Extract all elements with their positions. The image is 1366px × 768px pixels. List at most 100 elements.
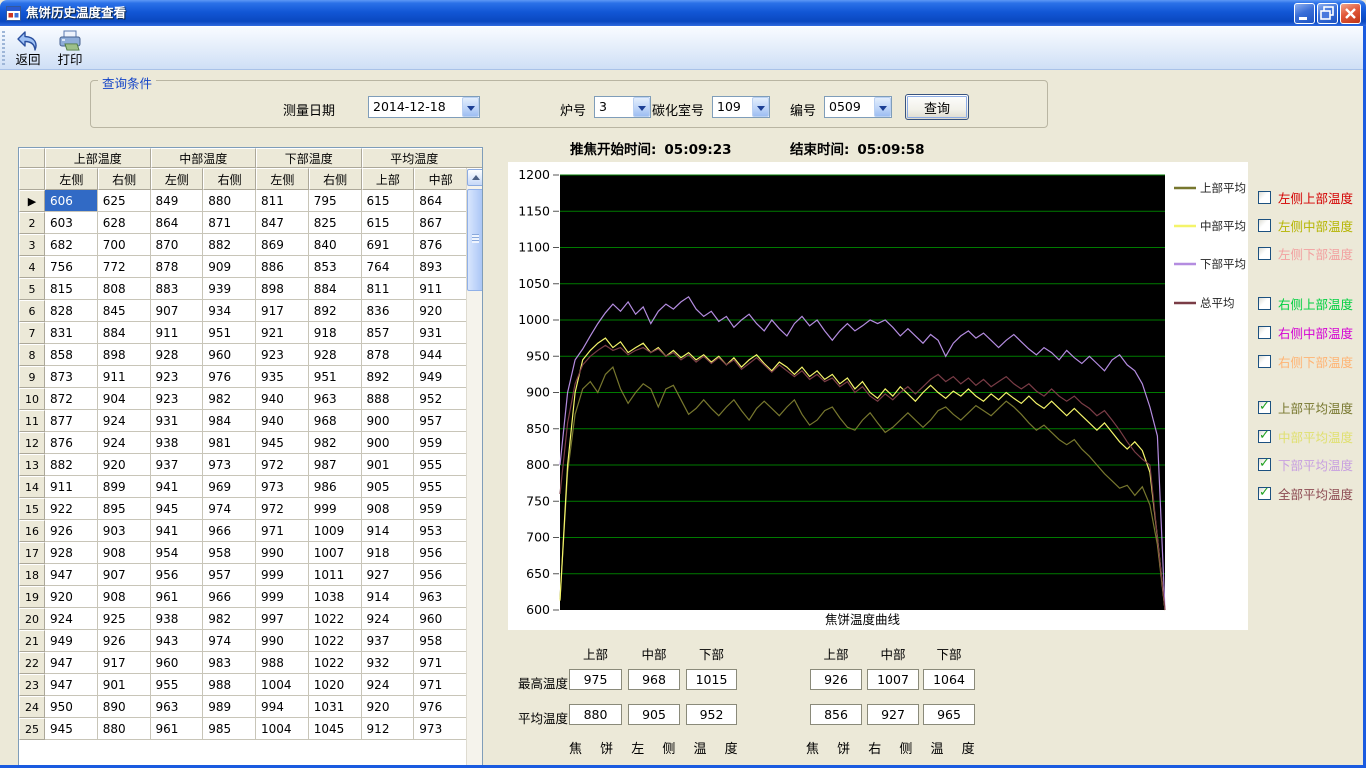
scroll-thumb[interactable]: [467, 189, 483, 291]
cell[interactable]: 905: [362, 476, 415, 498]
cell[interactable]: 700: [98, 234, 151, 256]
row-header[interactable]: 10: [19, 388, 45, 410]
cell[interactable]: 1022: [309, 630, 362, 652]
cell[interactable]: 945: [256, 432, 309, 454]
cell[interactable]: 947: [45, 652, 98, 674]
cell[interactable]: 920: [362, 696, 415, 718]
cell[interactable]: 956: [414, 564, 467, 586]
right-avg-middle-box[interactable]: 927: [867, 704, 919, 725]
cell[interactable]: 898: [98, 344, 151, 366]
cell[interactable]: 973: [203, 454, 256, 476]
group-header[interactable]: 平均温度: [362, 148, 468, 168]
cell[interactable]: 811: [256, 190, 309, 212]
cell[interactable]: 990: [256, 542, 309, 564]
series-checkbox-6[interactable]: ✓上部平均温度: [1258, 399, 1353, 415]
cell[interactable]: 966: [203, 520, 256, 542]
cell[interactable]: 815: [45, 278, 98, 300]
series-checkbox-5[interactable]: 右侧下部温度: [1258, 353, 1353, 369]
cell[interactable]: 987: [309, 454, 362, 476]
cell[interactable]: 928: [151, 344, 204, 366]
cell[interactable]: 999: [256, 586, 309, 608]
column-header[interactable]: 左侧: [45, 168, 98, 190]
column-header[interactable]: 右侧: [98, 168, 151, 190]
checkbox-icon[interactable]: [1258, 191, 1271, 204]
cell[interactable]: 603: [45, 212, 98, 234]
cell[interactable]: 931: [414, 322, 467, 344]
cell[interactable]: 924: [98, 432, 151, 454]
series-checkbox-3[interactable]: 右侧上部温度: [1258, 295, 1353, 311]
cell[interactable]: 974: [203, 498, 256, 520]
cell[interactable]: 922: [45, 498, 98, 520]
title-bar[interactable]: 焦饼历史温度查看: [0, 0, 1366, 26]
cell[interactable]: 606: [45, 190, 98, 212]
left-max-upper-box[interactable]: 975: [569, 669, 622, 690]
scroll-up-button[interactable]: [467, 169, 483, 186]
cell[interactable]: 907: [151, 300, 204, 322]
cell[interactable]: 957: [203, 564, 256, 586]
column-header[interactable]: 右侧: [203, 168, 256, 190]
cell[interactable]: 920: [45, 586, 98, 608]
cell[interactable]: 847: [256, 212, 309, 234]
row-header[interactable]: ▶: [19, 190, 45, 212]
row-header[interactable]: 14: [19, 476, 45, 498]
back-button[interactable]: 返回: [8, 29, 48, 69]
cell[interactable]: 950: [45, 696, 98, 718]
row-header[interactable]: 12: [19, 432, 45, 454]
cell[interactable]: 951: [309, 366, 362, 388]
cell[interactable]: 972: [256, 454, 309, 476]
cell[interactable]: 963: [309, 388, 362, 410]
cell[interactable]: 939: [203, 278, 256, 300]
cell[interactable]: 960: [151, 652, 204, 674]
cell[interactable]: 924: [98, 410, 151, 432]
cell[interactable]: 849: [151, 190, 204, 212]
cell[interactable]: 947: [45, 564, 98, 586]
cell[interactable]: 900: [362, 410, 415, 432]
left-avg-middle-box[interactable]: 905: [628, 704, 680, 725]
cell[interactable]: 959: [414, 432, 467, 454]
checkbox-icon[interactable]: ✓: [1258, 458, 1271, 471]
cell[interactable]: 951: [203, 322, 256, 344]
cell[interactable]: 955: [414, 454, 467, 476]
chevron-down-icon[interactable]: [633, 97, 650, 117]
cell[interactable]: 937: [362, 630, 415, 652]
cell[interactable]: 857: [362, 322, 415, 344]
cell[interactable]: 1009: [309, 520, 362, 542]
group-header[interactable]: 下部温度: [256, 148, 362, 168]
cell[interactable]: 911: [45, 476, 98, 498]
cell[interactable]: 893: [414, 256, 467, 278]
cell[interactable]: 888: [362, 388, 415, 410]
cell[interactable]: 923: [256, 344, 309, 366]
cell[interactable]: 940: [256, 388, 309, 410]
cell[interactable]: 963: [151, 696, 204, 718]
cell[interactable]: 872: [45, 388, 98, 410]
cell[interactable]: 908: [98, 542, 151, 564]
group-header[interactable]: 上部温度: [45, 148, 151, 168]
right-max-lower-box[interactable]: 1064: [923, 669, 975, 690]
cell[interactable]: 949: [414, 366, 467, 388]
cell[interactable]: 927: [362, 564, 415, 586]
cell[interactable]: 947: [45, 674, 98, 696]
cell[interactable]: 968: [309, 410, 362, 432]
cell[interactable]: 1004: [256, 718, 309, 740]
cell[interactable]: 928: [309, 344, 362, 366]
cell[interactable]: 625: [98, 190, 151, 212]
cell[interactable]: 955: [151, 674, 204, 696]
cell[interactable]: 949: [45, 630, 98, 652]
cell[interactable]: 898: [256, 278, 309, 300]
cell[interactable]: 903: [98, 520, 151, 542]
series-checkbox-9[interactable]: ✓全部平均温度: [1258, 485, 1353, 501]
series-checkbox-2[interactable]: 左侧下部温度: [1258, 245, 1353, 261]
cell[interactable]: 691: [362, 234, 415, 256]
cell[interactable]: 870: [151, 234, 204, 256]
cell[interactable]: 878: [151, 256, 204, 278]
cell[interactable]: 911: [98, 366, 151, 388]
left-avg-lower-box[interactable]: 952: [686, 704, 737, 725]
cell[interactable]: 628: [98, 212, 151, 234]
cell[interactable]: 997: [256, 608, 309, 630]
cell[interactable]: 884: [309, 278, 362, 300]
row-header[interactable]: 19: [19, 586, 45, 608]
cell[interactable]: 918: [309, 322, 362, 344]
cell[interactable]: 960: [203, 344, 256, 366]
row-header[interactable]: 11: [19, 410, 45, 432]
row-header[interactable]: 21: [19, 630, 45, 652]
